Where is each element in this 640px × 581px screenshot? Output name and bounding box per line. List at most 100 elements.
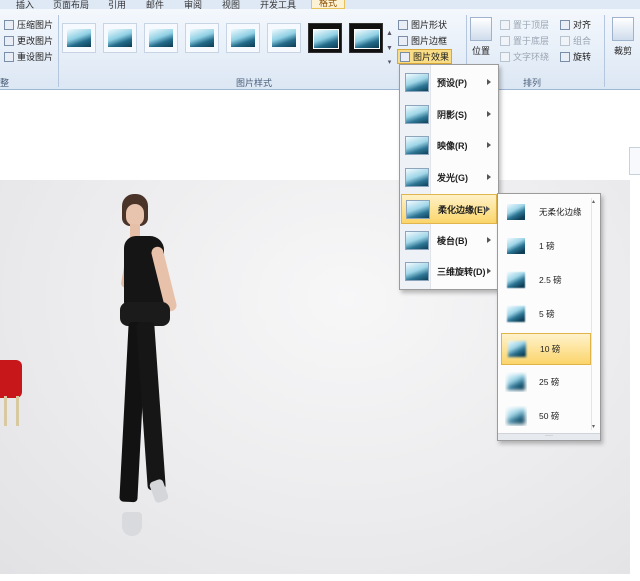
menu-item-3d-rotation[interactable]: 三维旋转(D) bbox=[401, 257, 497, 285]
reset-picture-button[interactable]: 重设图片 bbox=[4, 50, 53, 63]
menu-item-glow[interactable]: 发光(G) bbox=[401, 163, 497, 191]
group-divider bbox=[58, 15, 59, 87]
soft-edge-option[interactable]: 1 磅 bbox=[501, 231, 589, 261]
picture-style-thumb[interactable] bbox=[62, 23, 96, 53]
group-divider bbox=[604, 15, 605, 87]
reset-picture-icon bbox=[4, 51, 14, 62]
picture-effects-label: 图片效果 bbox=[413, 52, 450, 62]
gallery-more-icon[interactable]: ▾ bbox=[385, 56, 394, 69]
submenu-arrow-icon bbox=[487, 268, 491, 274]
reset-picture-label: 重设图片 bbox=[17, 52, 54, 62]
picture-style-thumb[interactable] bbox=[144, 23, 178, 53]
position-button[interactable]: 位置 bbox=[469, 17, 493, 57]
reflection-icon bbox=[405, 135, 429, 155]
align-label: 对齐 bbox=[573, 20, 592, 30]
picture-style-thumb[interactable] bbox=[185, 23, 219, 53]
preset-icon bbox=[405, 72, 429, 92]
soft-edge-option[interactable]: 无柔化边缘 bbox=[501, 197, 589, 227]
picture-effects-button[interactable]: 图片效果 bbox=[397, 49, 453, 64]
compress-pictures-button[interactable]: 压缩图片 bbox=[4, 18, 53, 31]
soft-edge-option[interactable]: 2.5 磅 bbox=[501, 265, 589, 295]
soft-edge-preview-icon bbox=[507, 408, 525, 424]
submenu-arrow-icon bbox=[487, 79, 491, 85]
scroll-up-icon[interactable]: ▴ bbox=[592, 198, 595, 205]
ribbon: 压缩图片 更改图片 重设图片 整 ▲ ▼ ▾ 图片形状 图片边框 图片效果 图片… bbox=[0, 9, 640, 90]
soft-edge-preview-image bbox=[507, 204, 525, 220]
picture-style-thumb[interactable] bbox=[267, 23, 301, 53]
soft-edge-option[interactable]: 25 磅 bbox=[501, 367, 589, 397]
soft-edge-option[interactable]: 50 磅 bbox=[501, 401, 589, 431]
soft-edge-preview-icon bbox=[507, 204, 525, 220]
menu-item-preset[interactable]: 预设(P) bbox=[401, 68, 497, 96]
change-picture-button[interactable]: 更改图片 bbox=[4, 34, 53, 47]
compress-pictures-label: 压缩图片 bbox=[17, 20, 54, 30]
soft-edge-option-label: 2.5 磅 bbox=[539, 275, 562, 285]
text-wrap-icon bbox=[500, 51, 510, 62]
change-picture-icon bbox=[4, 35, 14, 46]
menu-item-label: 柔化边缘(E) bbox=[438, 204, 486, 215]
menu-item-label: 映像(R) bbox=[437, 140, 468, 151]
crop-label: 裁剪 bbox=[613, 46, 632, 56]
picture-border-label: 图片边框 bbox=[411, 36, 448, 46]
soft-edges-submenu: 无柔化边缘 1 磅 2.5 磅 5 磅 10 磅 25 磅 50 磅 ▴ ▾ ·… bbox=[497, 193, 601, 441]
picture-style-thumb[interactable] bbox=[103, 23, 137, 53]
effects-icon bbox=[400, 51, 410, 62]
rotate-button[interactable]: 旋转 bbox=[560, 50, 591, 63]
group-label: 组合 bbox=[573, 36, 592, 46]
soft-edge-option-label: 10 磅 bbox=[540, 344, 561, 354]
gallery-scroll[interactable]: ▲ ▼ ▾ bbox=[385, 27, 394, 69]
menu-item-shadow[interactable]: 阴影(S) bbox=[401, 100, 497, 128]
soft-edge-option[interactable]: 5 磅 bbox=[501, 299, 589, 329]
menu-item-label: 阴影(S) bbox=[437, 109, 467, 120]
soft-edge-preview-image bbox=[507, 306, 525, 322]
group-button[interactable]: 组合 bbox=[560, 34, 591, 47]
soft-edge-option-label: 25 磅 bbox=[539, 377, 560, 387]
picture-style-thumb[interactable] bbox=[226, 23, 260, 53]
submenu-arrow-icon bbox=[486, 206, 490, 212]
position-label: 位置 bbox=[471, 46, 490, 56]
bring-to-front-label: 置于顶层 bbox=[513, 20, 550, 30]
menu-item-soft-edges[interactable]: 柔化边缘(E) bbox=[401, 194, 497, 224]
menu-item-label: 发光(G) bbox=[437, 172, 468, 183]
submenu-arrow-icon bbox=[487, 111, 491, 117]
scroll-down-icon[interactable]: ▼ bbox=[385, 42, 394, 55]
resize-handle[interactable]: ···· bbox=[498, 433, 600, 440]
soft-edge-option-selected[interactable]: 10 磅 bbox=[501, 333, 591, 365]
send-back-icon bbox=[500, 35, 510, 46]
text-wrap-label: 文字环绕 bbox=[513, 52, 550, 62]
send-to-back-button[interactable]: 置于底层 bbox=[500, 34, 549, 47]
woman-figure bbox=[110, 190, 210, 550]
picture-styles-gallery bbox=[62, 23, 383, 59]
ribbon-tab-bar: 插入 页面布局 引用 邮件 审阅 视图 开发工具 格式 bbox=[0, 0, 640, 10]
menu-item-label: 棱台(B) bbox=[437, 235, 468, 246]
soft-edge-preview-icon bbox=[507, 374, 525, 390]
bring-to-front-button[interactable]: 置于顶层 bbox=[500, 18, 549, 31]
submenu-arrow-icon bbox=[487, 237, 491, 243]
submenu-arrow-icon bbox=[487, 142, 491, 148]
align-button[interactable]: 对齐 bbox=[560, 18, 591, 31]
picture-style-thumb[interactable] bbox=[308, 23, 342, 53]
menu-item-bevel[interactable]: 棱台(B) bbox=[401, 226, 497, 254]
soft-edge-preview-image bbox=[507, 408, 525, 424]
text-wrap-button[interactable]: 文字环绕 bbox=[500, 50, 549, 63]
change-picture-label: 更改图片 bbox=[17, 36, 54, 46]
bring-front-icon bbox=[500, 19, 510, 30]
red-chair bbox=[0, 358, 22, 430]
scroll-down-icon[interactable]: ▾ bbox=[592, 423, 595, 430]
crop-button[interactable]: 裁剪 bbox=[610, 17, 636, 57]
picture-border-button[interactable]: 图片边框 bbox=[398, 34, 447, 47]
submenu-scrollbar[interactable]: ▴ ▾ bbox=[591, 198, 598, 430]
scroll-up-icon[interactable]: ▲ bbox=[385, 27, 394, 40]
align-icon bbox=[560, 19, 570, 30]
menu-item-reflection[interactable]: 映像(R) bbox=[401, 131, 497, 159]
compress-icon bbox=[4, 19, 14, 30]
soft-edge-preview-image bbox=[507, 272, 525, 288]
tab-format[interactable]: 格式 bbox=[311, 0, 346, 9]
picture-shape-button[interactable]: 图片形状 bbox=[398, 18, 447, 31]
arrange-group-label: 排列 bbox=[523, 78, 542, 88]
picture-style-thumb[interactable] bbox=[349, 23, 383, 53]
soft-edges-icon bbox=[406, 199, 430, 219]
adjust-group-label: 整 bbox=[0, 78, 10, 88]
submenu-arrow-icon bbox=[487, 174, 491, 180]
crop-icon bbox=[612, 17, 634, 41]
